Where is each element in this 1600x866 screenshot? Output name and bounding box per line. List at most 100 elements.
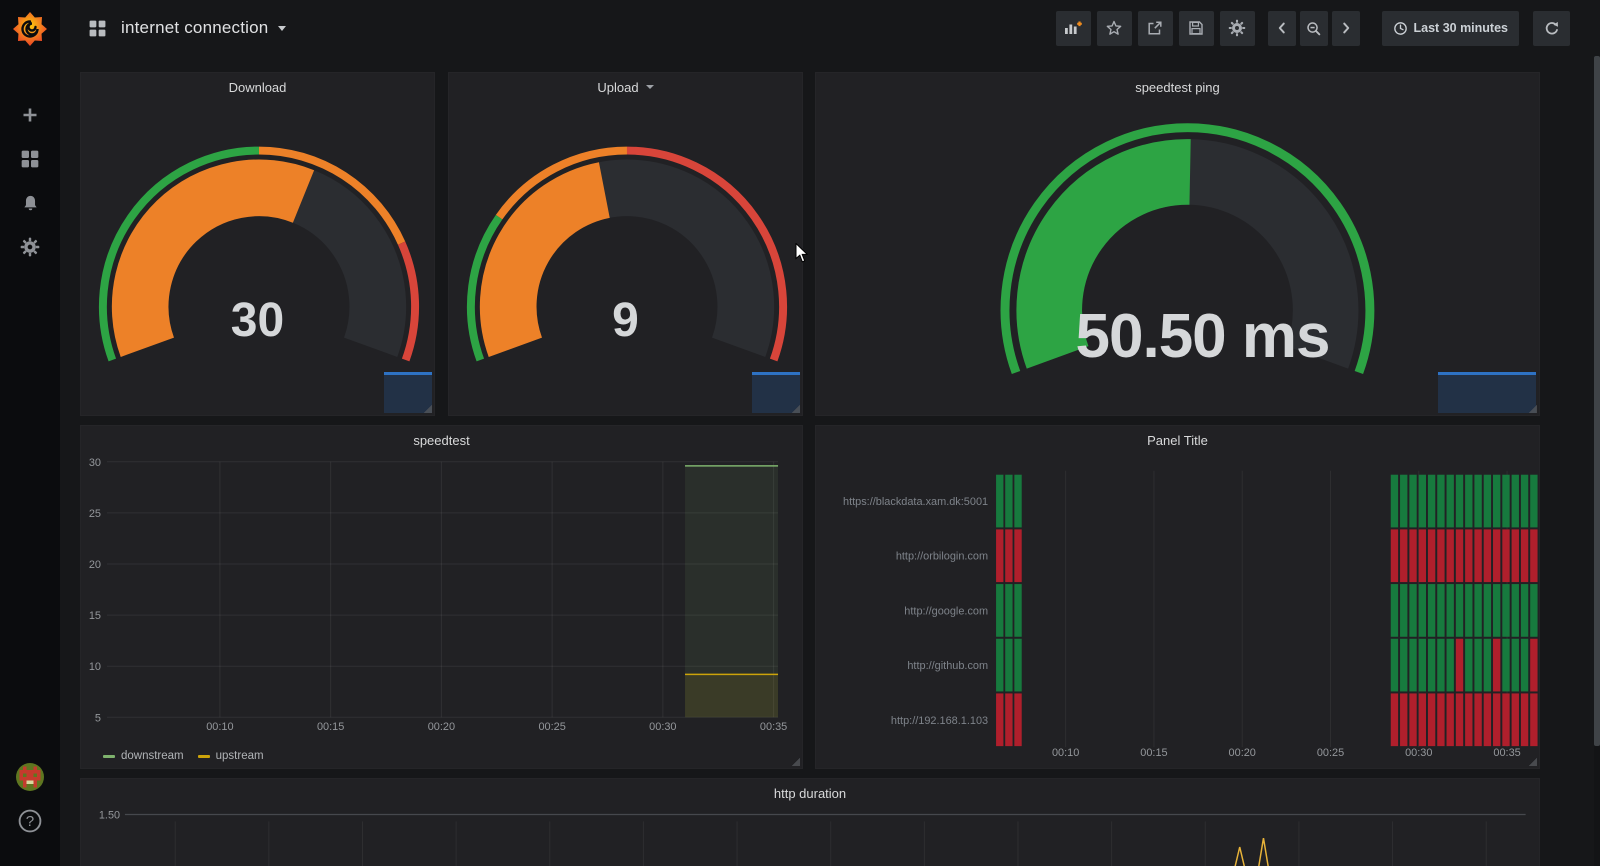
status-bar bbox=[1409, 475, 1416, 528]
legend-item-downstream[interactable]: downstream bbox=[103, 750, 184, 762]
status-bar bbox=[1465, 475, 1472, 528]
panel-title-status[interactable]: Panel Title bbox=[816, 426, 1539, 454]
sidebar-item-alerting[interactable] bbox=[10, 183, 50, 223]
status-bar bbox=[1493, 475, 1500, 528]
help-icon: ? bbox=[17, 808, 43, 834]
status-bar bbox=[1474, 529, 1481, 582]
status-bar bbox=[1400, 584, 1407, 637]
status-bar bbox=[1014, 584, 1021, 637]
user-avatar[interactable] bbox=[10, 757, 50, 797]
star-icon bbox=[1105, 19, 1123, 37]
time-back-button[interactable] bbox=[1268, 11, 1296, 46]
resize-handle[interactable] bbox=[791, 757, 800, 766]
time-range-picker[interactable]: Last 30 minutes bbox=[1382, 11, 1519, 46]
panel-status-history: Panel Title 00:1000:1500:2000:2500:3000:… bbox=[815, 425, 1540, 769]
downstream-color-swatch bbox=[103, 755, 115, 758]
grafana-logo[interactable] bbox=[10, 8, 50, 48]
star-button[interactable] bbox=[1097, 11, 1132, 46]
legend-item-upstream[interactable]: upstream bbox=[198, 750, 264, 762]
user-avatar-image bbox=[16, 763, 44, 791]
status-bar bbox=[1456, 584, 1463, 637]
panel-http-duration: http duration 1.50 bbox=[80, 778, 1540, 866]
vertical-scrollbar[interactable] bbox=[1594, 56, 1600, 866]
status-row-label: http://google.com bbox=[904, 605, 988, 617]
status-bar bbox=[1400, 475, 1407, 528]
status-bar bbox=[1502, 693, 1509, 746]
speedtest-ping-value: 50.50 ms bbox=[841, 304, 1564, 370]
status-bar bbox=[1428, 693, 1435, 746]
http-y-tick: 1.50 bbox=[99, 809, 120, 821]
svg-text:5: 5 bbox=[95, 712, 101, 724]
svg-text:?: ? bbox=[26, 813, 34, 830]
status-bar bbox=[1005, 475, 1012, 528]
status-bar bbox=[1391, 529, 1398, 582]
panel-title-speedtest[interactable]: speedtest bbox=[81, 426, 802, 454]
status-bar bbox=[1391, 584, 1398, 637]
status-bar bbox=[996, 584, 1003, 637]
status-bar bbox=[1474, 584, 1481, 637]
time-forward-button[interactable] bbox=[1332, 11, 1360, 46]
dashboard-icon bbox=[88, 19, 107, 38]
status-bar bbox=[1484, 639, 1491, 692]
sidebar-item-help[interactable]: ? bbox=[10, 801, 50, 841]
status-bar bbox=[1409, 639, 1416, 692]
panel-speedtest-chart: speedtest 3025201510500:1000:1500:2000:2… bbox=[80, 425, 803, 769]
speedtest-chart: 3025201510500:1000:1500:2000:2500:3000:3… bbox=[81, 426, 802, 768]
panel-title-speedtest-ping[interactable]: speedtest ping bbox=[816, 73, 1539, 101]
panel-title-download[interactable]: Download bbox=[81, 73, 434, 101]
sidebar-item-create[interactable] bbox=[10, 95, 50, 135]
status-bar bbox=[1014, 639, 1021, 692]
sidebar-item-configuration[interactable] bbox=[10, 227, 50, 267]
svg-text:10: 10 bbox=[89, 661, 101, 673]
status-bar bbox=[1521, 584, 1528, 637]
status-bar bbox=[1530, 693, 1537, 746]
status-bar bbox=[1005, 584, 1012, 637]
status-row: http://github.com bbox=[907, 639, 1537, 692]
status-bar bbox=[1521, 693, 1528, 746]
status-bar bbox=[1530, 584, 1537, 637]
svg-text:00:30: 00:30 bbox=[649, 721, 676, 733]
status-bar bbox=[1391, 639, 1398, 692]
add-panel-button[interactable] bbox=[1056, 11, 1091, 46]
status-bar bbox=[1530, 475, 1537, 528]
scrollbar-thumb[interactable] bbox=[1594, 56, 1600, 746]
status-bar bbox=[1014, 529, 1021, 582]
save-button[interactable] bbox=[1179, 11, 1214, 46]
svg-text:00:15: 00:15 bbox=[317, 721, 344, 733]
zoom-out-button[interactable] bbox=[1300, 11, 1328, 46]
sidebar-item-dashboards[interactable] bbox=[10, 139, 50, 179]
status-bar bbox=[1005, 693, 1012, 746]
plus-icon bbox=[21, 106, 39, 124]
resize-handle[interactable] bbox=[1528, 404, 1537, 413]
resize-handle[interactable] bbox=[423, 404, 432, 413]
zoom-out-icon bbox=[1305, 20, 1322, 37]
status-bar bbox=[1484, 584, 1491, 637]
dashboard-settings-button[interactable] bbox=[1220, 11, 1255, 46]
status-bar bbox=[1456, 639, 1463, 692]
status-bar bbox=[1437, 529, 1444, 582]
upstream-color-swatch bbox=[198, 755, 210, 758]
status-row-label: https://blackdata.xam.dk:5001 bbox=[843, 496, 988, 508]
clock-icon bbox=[1393, 21, 1408, 36]
share-button[interactable] bbox=[1138, 11, 1173, 46]
status-bar bbox=[1493, 529, 1500, 582]
status-bar bbox=[1428, 584, 1435, 637]
resize-handle[interactable] bbox=[791, 404, 800, 413]
svg-text:00:20: 00:20 bbox=[428, 721, 455, 733]
status-bar bbox=[1521, 529, 1528, 582]
resize-handle[interactable] bbox=[1528, 757, 1537, 766]
panel-title-upload[interactable]: Upload bbox=[449, 73, 802, 101]
status-bar bbox=[1465, 693, 1472, 746]
status-history-chart: 00:1000:1500:2000:2500:3000:35https://bl… bbox=[816, 426, 1539, 768]
status-bar bbox=[1428, 529, 1435, 582]
status-bar bbox=[1465, 529, 1472, 582]
gear-icon bbox=[1228, 19, 1246, 37]
panel-title-http-duration[interactable]: http duration bbox=[81, 779, 1539, 807]
svg-text:00:15: 00:15 bbox=[1140, 747, 1167, 759]
status-bar bbox=[1447, 584, 1454, 637]
dashboard-title-button[interactable]: internet connection bbox=[88, 18, 286, 38]
chevron-down-icon bbox=[278, 26, 286, 31]
refresh-button[interactable] bbox=[1533, 11, 1570, 46]
svg-text:30: 30 bbox=[89, 457, 101, 469]
refresh-icon bbox=[1543, 20, 1560, 37]
